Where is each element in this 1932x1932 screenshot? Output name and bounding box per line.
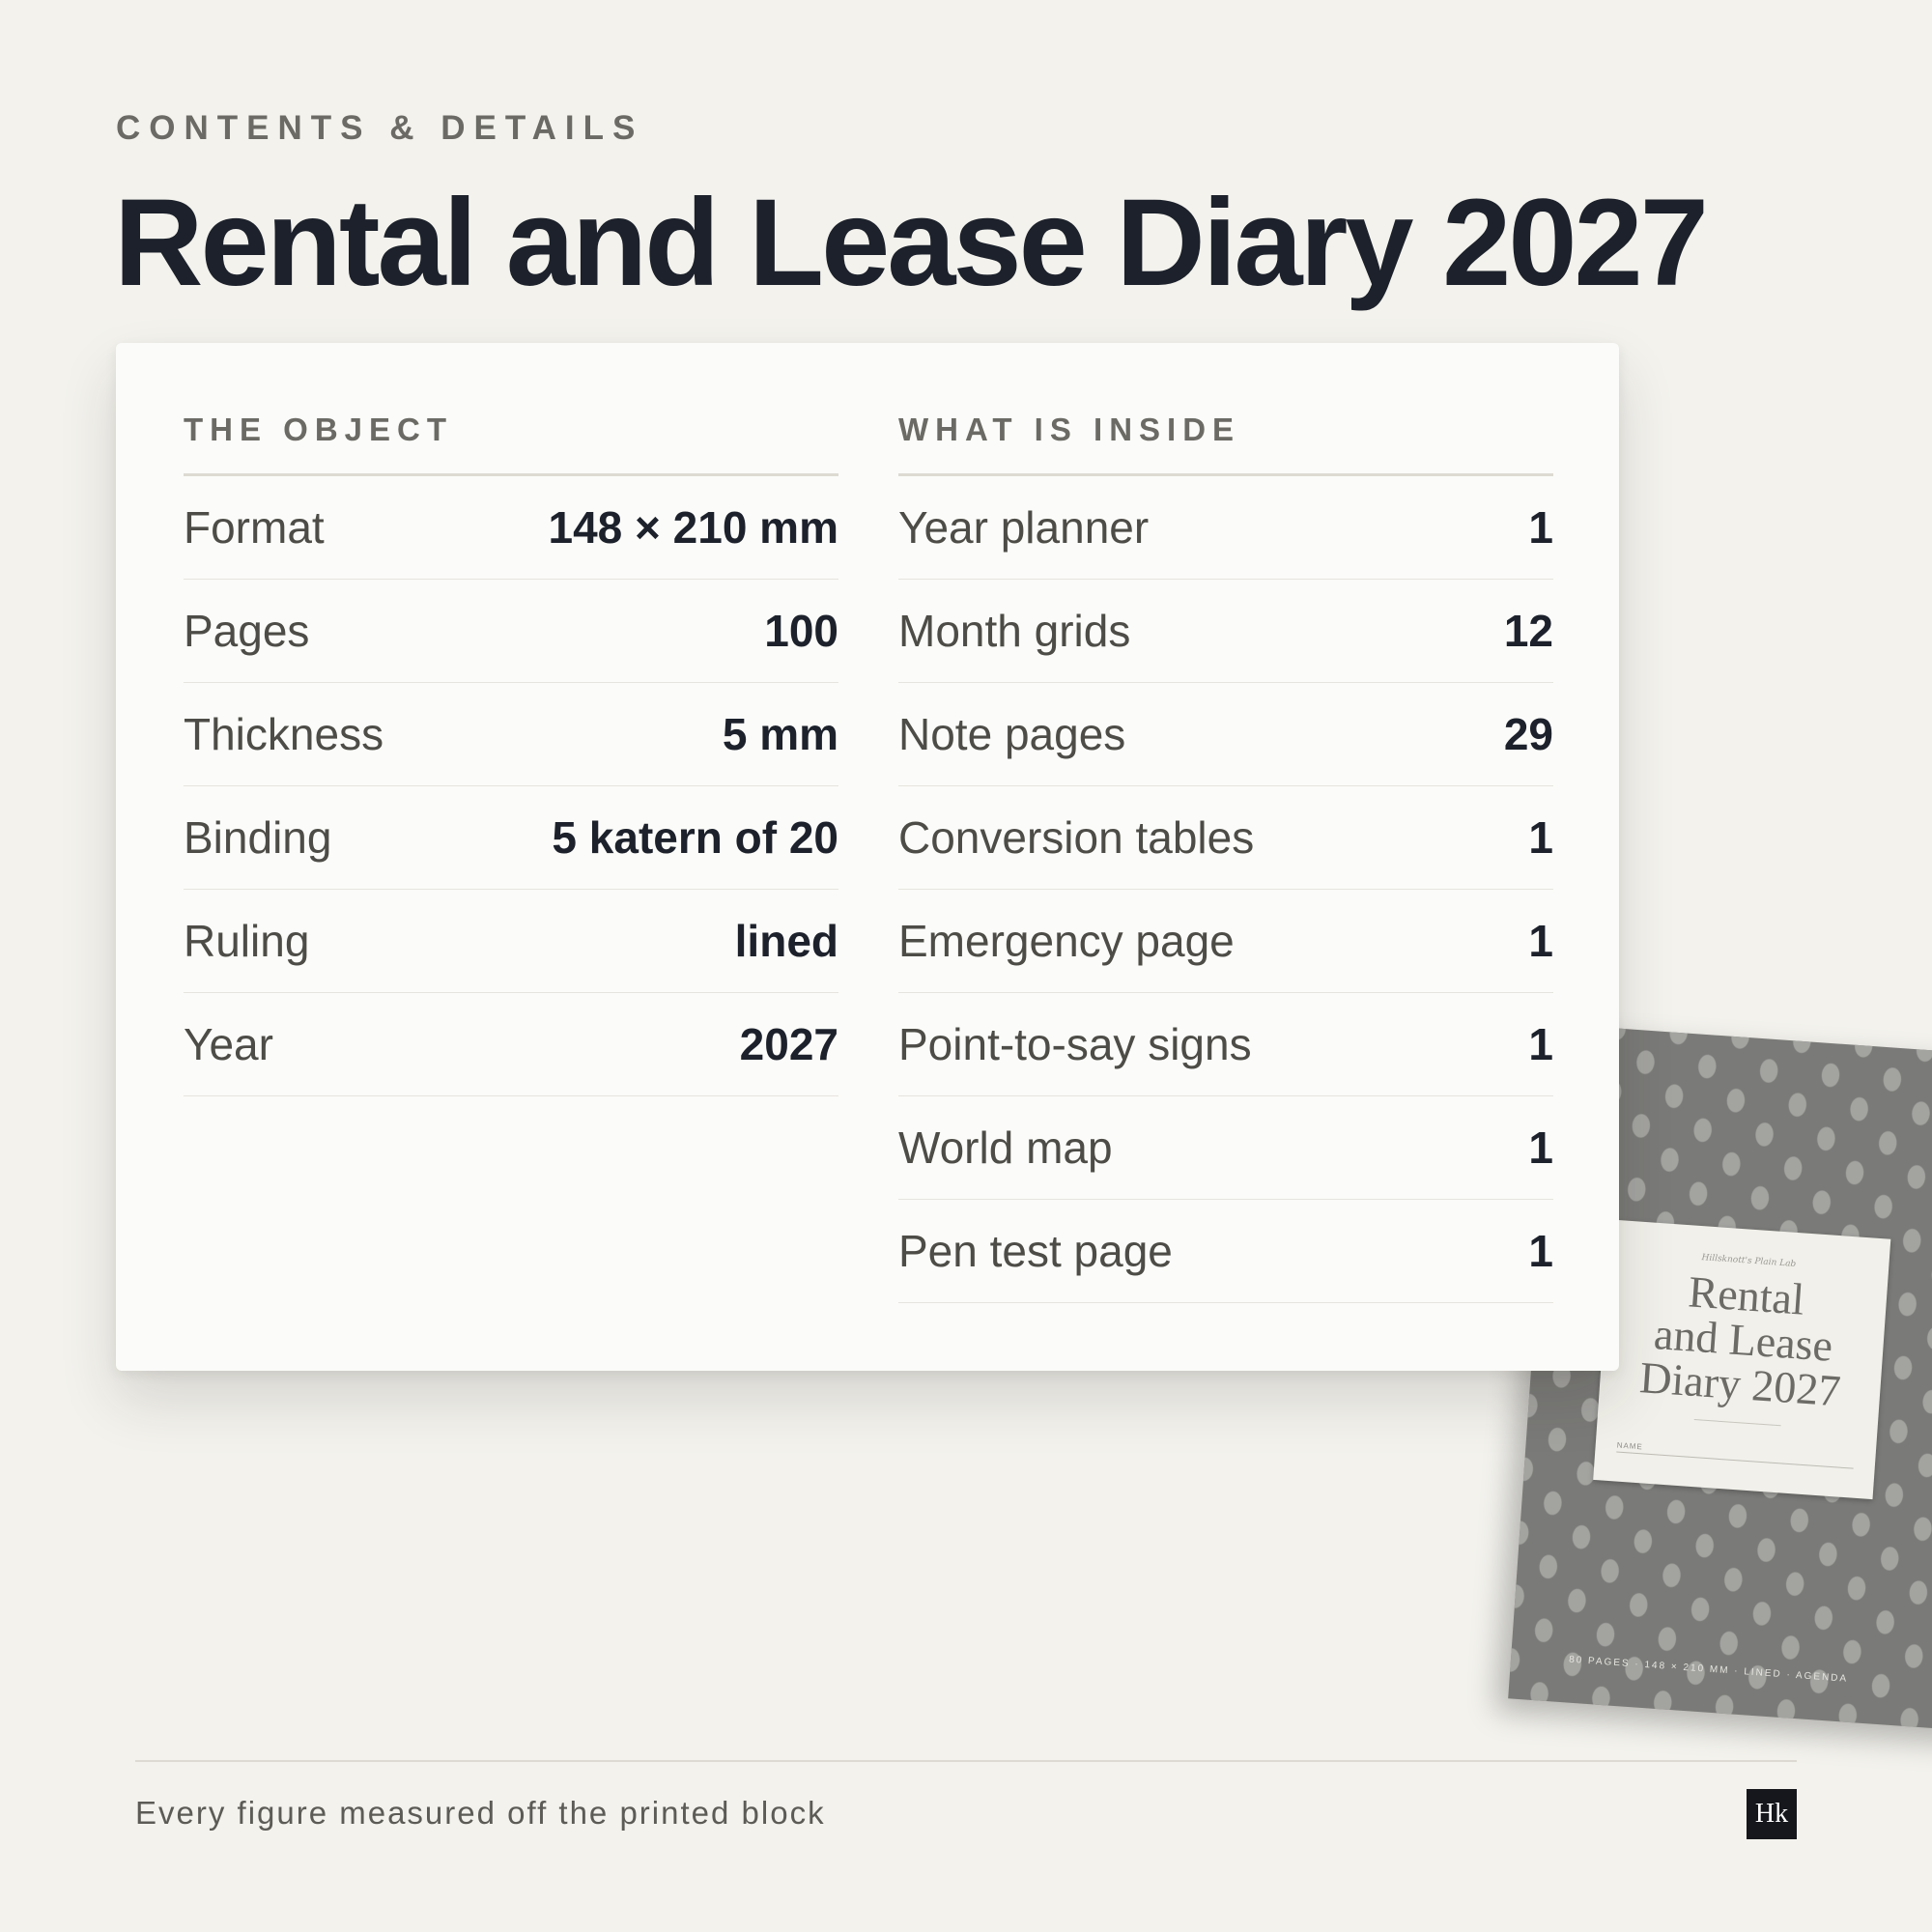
contents-count: 1	[1528, 1019, 1553, 1069]
spec-value: 5 katern of 20	[552, 812, 838, 863]
contents-label: World map	[898, 1122, 1113, 1173]
contents-label: Year planner	[898, 502, 1150, 553]
contents-row: Emergency page 1	[898, 890, 1553, 993]
spec-value: 5 mm	[722, 709, 838, 759]
details-card: THE OBJECT Format 148 × 210 mm Pages 100…	[116, 343, 1619, 1371]
object-heading: THE OBJECT	[184, 401, 838, 476]
footer-divider	[135, 1760, 1797, 1762]
contents-row: Note pages 29	[898, 683, 1553, 786]
contents-row: Conversion tables 1	[898, 786, 1553, 890]
contents-count: 1	[1528, 916, 1553, 966]
contents-count: 1	[1528, 1226, 1553, 1276]
spec-label: Format	[184, 502, 325, 553]
spec-label: Ruling	[184, 916, 310, 966]
spec-label: Binding	[184, 812, 332, 863]
spec-value: 148 × 210 mm	[548, 502, 838, 553]
spec-value: 100	[764, 606, 838, 656]
contents-label: Note pages	[898, 709, 1126, 759]
spec-value: 2027	[739, 1019, 838, 1069]
booklet-spec-line: 80 PAGES · 148 × 210 MM · LINED · AGENDA	[1568, 1654, 1849, 1685]
spec-row: Pages 100	[184, 580, 838, 683]
contents-label: Point-to-say signs	[898, 1019, 1252, 1069]
inside-column: WHAT IS INSIDE Year planner 1 Month grid…	[898, 401, 1553, 1303]
booklet-divider	[1693, 1419, 1781, 1427]
inside-heading: WHAT IS INSIDE	[898, 401, 1553, 476]
section-eyebrow: CONTENTS & DETAILS	[116, 109, 644, 147]
booklet-cover-label: Hillsknott's Plain Lab Rental and Lease …	[1593, 1219, 1891, 1500]
contents-row: Year planner 1	[898, 476, 1553, 580]
contents-row: Pen test page 1	[898, 1200, 1553, 1303]
spec-row: Year 2027	[184, 993, 838, 1096]
brand-logo: Hk	[1747, 1789, 1797, 1839]
booklet-name-field: NAME	[1616, 1440, 1855, 1469]
contents-count: 29	[1503, 709, 1553, 759]
contents-label: Conversion tables	[898, 812, 1255, 863]
contents-count: 1	[1528, 502, 1553, 553]
contents-row: World map 1	[898, 1096, 1553, 1200]
spec-label: Pages	[184, 606, 310, 656]
page-title: Rental and Lease Diary 2027	[114, 174, 1709, 312]
contents-row: Month grids 12	[898, 580, 1553, 683]
spec-row: Thickness 5 mm	[184, 683, 838, 786]
spec-value: lined	[734, 916, 838, 966]
object-column: THE OBJECT Format 148 × 210 mm Pages 100…	[184, 401, 838, 1096]
contents-label: Month grids	[898, 606, 1131, 656]
spec-row: Format 148 × 210 mm	[184, 476, 838, 580]
spec-row: Ruling lined	[184, 890, 838, 993]
spec-label: Thickness	[184, 709, 384, 759]
contents-label: Pen test page	[898, 1226, 1173, 1276]
footer-note: Every figure measured off the printed bl…	[135, 1795, 826, 1831]
contents-count: 12	[1503, 606, 1553, 656]
spec-row: Binding 5 katern of 20	[184, 786, 838, 890]
booklet-title: Rental and Lease Diary 2027	[1599, 1264, 1888, 1416]
contents-label: Emergency page	[898, 916, 1235, 966]
contents-row: Point-to-say signs 1	[898, 993, 1553, 1096]
contents-count: 1	[1528, 812, 1553, 863]
spec-label: Year	[184, 1019, 273, 1069]
contents-count: 1	[1528, 1122, 1553, 1173]
